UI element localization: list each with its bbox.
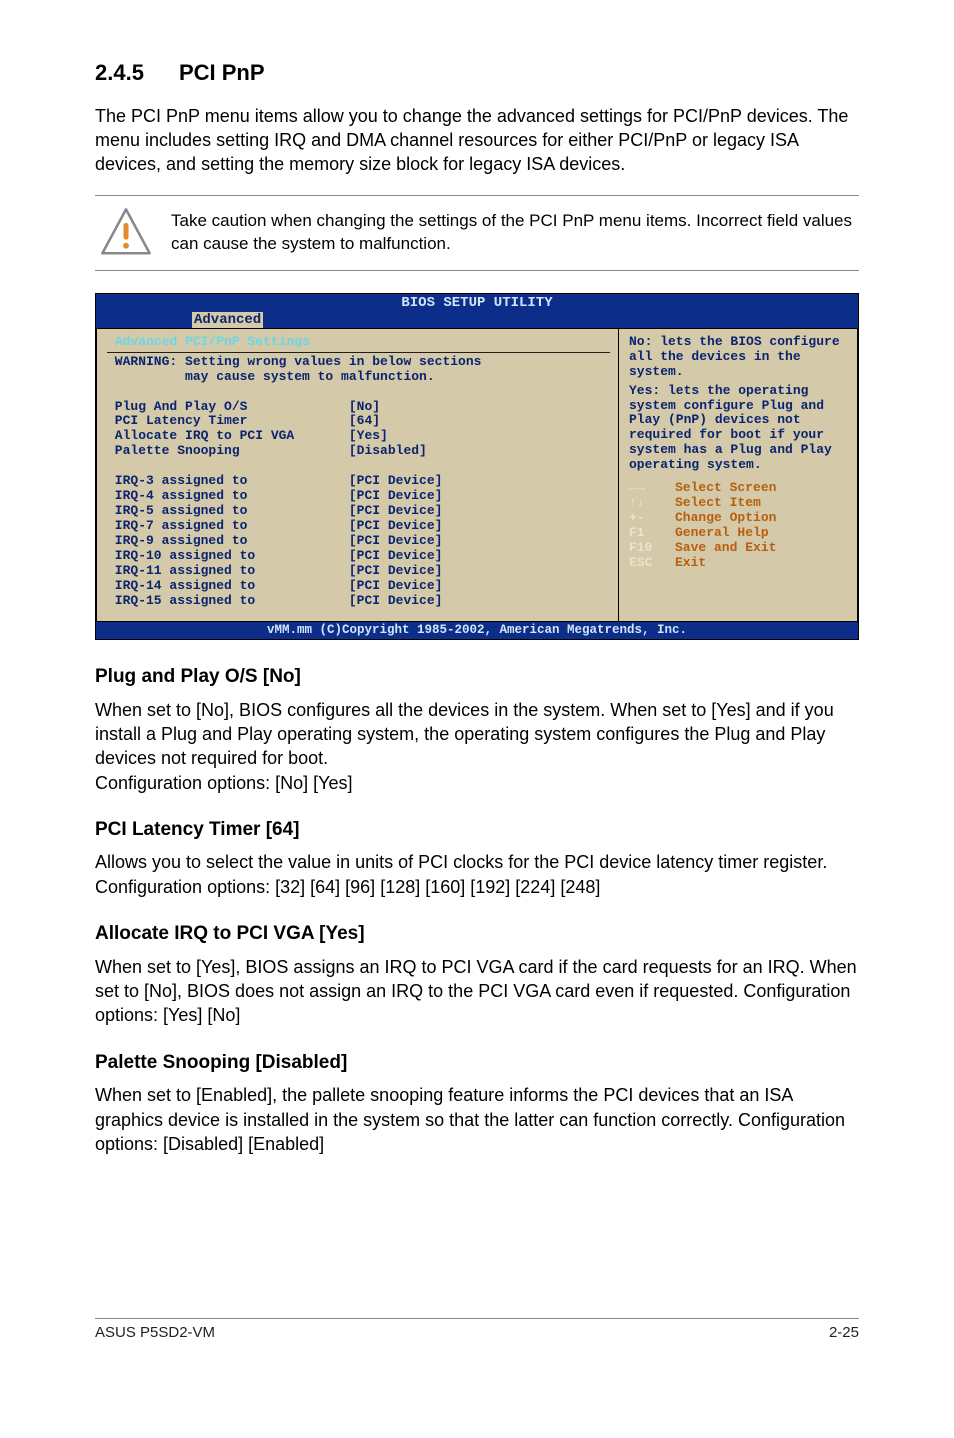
bios-help-desc: General Help xyxy=(675,526,769,541)
footer-right: 2-25 xyxy=(829,1323,859,1343)
bios-help-key-row: F1General Help xyxy=(629,526,851,541)
bios-help-key-row: ↑↓Select Item xyxy=(629,496,851,511)
subsection: Palette Snooping [Disabled] When set to [… xyxy=(95,1050,859,1157)
subsection-body: When set to [Enabled], the pallete snoop… xyxy=(95,1083,859,1156)
bios-title: BIOS SETUP UTILITY xyxy=(96,294,858,312)
subsection-title: Allocate IRQ to PCI VGA [Yes] xyxy=(95,921,859,947)
section-title: PCI PnP xyxy=(179,60,265,85)
footer-left: ASUS P5SD2-VM xyxy=(95,1323,215,1343)
section-heading: 2.4.5 PCI PnP xyxy=(95,58,859,88)
bios-help-desc: Change Option xyxy=(675,511,776,526)
subsection: PCI Latency Timer [64] Allows you to sele… xyxy=(95,817,859,899)
bios-left-panel: Advanced PCI/PnP Settings WARNING: Setti… xyxy=(97,329,619,621)
caution-icon xyxy=(99,206,153,260)
bios-help-desc: Select Screen xyxy=(675,481,776,496)
subsection-body: Allows you to select the value in units … xyxy=(95,850,859,899)
caution-box: Take caution when changing the settings … xyxy=(95,195,859,271)
bios-footer: vMM.mm (C)Copyright 1985-2002, American … xyxy=(96,622,858,639)
bios-help-desc: Select Item xyxy=(675,496,761,511)
subsection: Plug and Play O/S [No] When set to [No], … xyxy=(95,664,859,795)
caution-text: Take caution when changing the settings … xyxy=(171,210,855,256)
bios-help-key-row: +-Change Option xyxy=(629,511,851,526)
bios-help-key: F10 xyxy=(629,541,675,556)
bios-tab-advanced: Advanced xyxy=(192,312,263,328)
subsection-title: PCI Latency Timer [64] xyxy=(95,817,859,843)
subsection-title: Plug and Play O/S [No] xyxy=(95,664,859,690)
bios-tab-row: Advanced xyxy=(96,312,858,328)
bios-help-key-row: ESCExit xyxy=(629,556,851,571)
subsection-title: Palette Snooping [Disabled] xyxy=(95,1050,859,1076)
bios-help-key: +- xyxy=(629,511,675,526)
subsection: Allocate IRQ to PCI VGA [Yes] When set to… xyxy=(95,921,859,1028)
bios-help-text-2: Yes: lets the operating system configure… xyxy=(629,384,851,474)
subsection-body: When set to [No], BIOS configures all th… xyxy=(95,698,859,771)
bios-key-help: ←→Select Screen↑↓Select Item+-Change Opt… xyxy=(629,481,851,571)
bios-help-desc: Save and Exit xyxy=(675,541,776,556)
bios-help-key: ↑↓ xyxy=(629,496,675,511)
bios-help-key: ESC xyxy=(629,556,675,571)
bios-help-key-row: ←→Select Screen xyxy=(629,481,851,496)
bios-help-text-1: No: lets the BIOS configure all the devi… xyxy=(629,335,851,380)
page-footer: ASUS P5SD2-VM 2-25 xyxy=(95,1318,859,1343)
bios-help-desc: Exit xyxy=(675,556,706,571)
bios-help-key-row: F10Save and Exit xyxy=(629,541,851,556)
bios-right-help: No: lets the BIOS configure all the devi… xyxy=(619,329,857,621)
section-number: 2.4.5 xyxy=(95,60,144,85)
intro-text: The PCI PnP menu items allow you to chan… xyxy=(95,104,859,177)
subsection-body: When set to [Yes], BIOS assigns an IRQ t… xyxy=(95,955,859,1028)
bios-help-key: ←→ xyxy=(629,481,675,496)
bios-screenshot: BIOS SETUP UTILITY Advanced Advanced PCI… xyxy=(95,293,859,640)
bios-help-key: F1 xyxy=(629,526,675,541)
subsection-body: Configuration options: [No] [Yes] xyxy=(95,771,859,795)
